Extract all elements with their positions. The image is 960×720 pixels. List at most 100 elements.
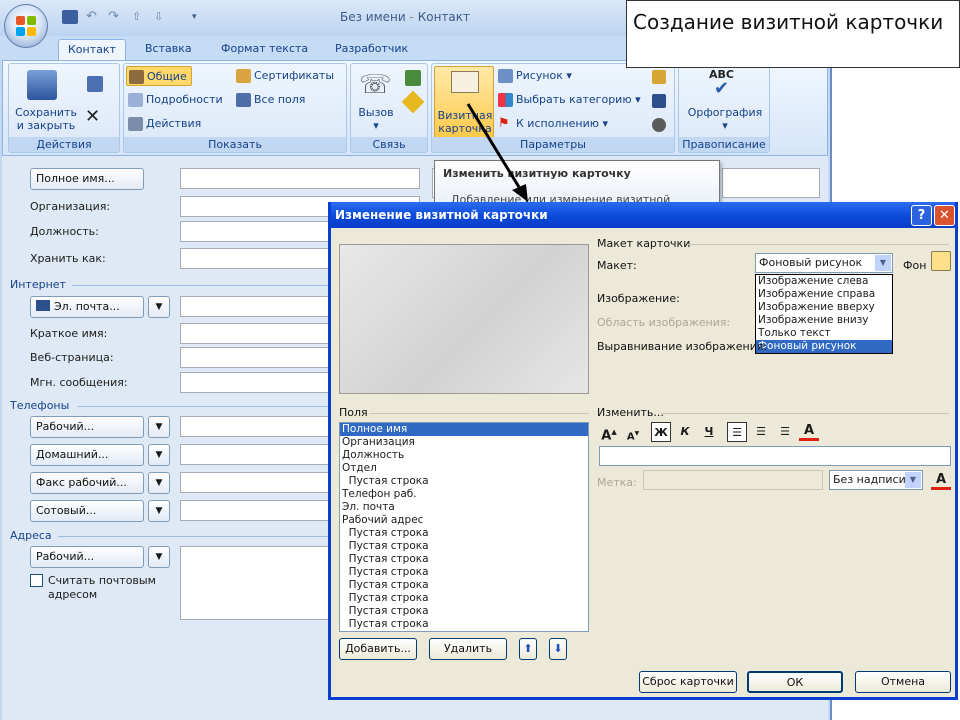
label-position-select[interactable]: Без надписи ▼ [829, 470, 923, 490]
save-close-button[interactable]: Сохранить и закрыть [11, 106, 81, 132]
layout-select[interactable]: Фоновый рисунок ▼ [755, 253, 893, 273]
close-button[interactable]: ✕ [934, 205, 955, 226]
list-item[interactable]: Пустая строка [340, 527, 588, 540]
list-item[interactable]: Эл. почта [340, 501, 588, 514]
font-shrink-icon[interactable]: A▼ [623, 424, 643, 444]
address-dropdown[interactable]: ▼ [148, 546, 170, 568]
list-item[interactable]: Полное имя [340, 423, 588, 436]
call-button[interactable]: Вызов ▾ [353, 106, 399, 132]
add-field-button[interactable]: Добавить... [339, 638, 417, 660]
phone-business-button[interactable]: Рабочий... [30, 416, 144, 438]
list-item[interactable]: Пустая строка [340, 605, 588, 618]
office-button[interactable] [4, 4, 48, 48]
address-business-button[interactable]: Рабочий... [30, 546, 144, 568]
label-text-input [643, 470, 823, 490]
list-item[interactable]: Изображение слева [756, 275, 892, 288]
align-left-icon[interactable]: ☰ [727, 422, 747, 442]
list-item[interactable]: Фоновый рисунок [756, 340, 892, 353]
sign-icon[interactable] [401, 90, 425, 114]
layout-options-list[interactable]: Изображение слева Изображение справа Изобр… [755, 274, 893, 354]
details-button[interactable]: Подробности [126, 90, 223, 110]
align-right-icon[interactable]: ☰ [775, 422, 795, 442]
section-divider [687, 244, 949, 245]
tab-format-text[interactable]: Формат текста [212, 39, 317, 60]
down-arrow-icon[interactable]: ⇩ [154, 10, 170, 24]
full-name-field[interactable] [180, 168, 420, 189]
picture-button[interactable]: Рисунок ▾ [496, 66, 572, 86]
person-icon[interactable] [652, 118, 666, 132]
full-name-button[interactable]: Полное имя... [30, 168, 144, 190]
phone-home-button[interactable]: Домашний... [30, 444, 144, 466]
list-item[interactable]: Пустая строка [340, 540, 588, 553]
list-item[interactable]: Только текст [756, 327, 892, 340]
italic-button[interactable]: К [675, 422, 695, 442]
fill-bucket-icon[interactable] [931, 251, 951, 271]
list-item[interactable]: Пустая строка [340, 579, 588, 592]
font-color-icon[interactable]: A [799, 421, 819, 441]
phone-mobile-button[interactable]: Сотовый... [30, 500, 144, 522]
ok-button[interactable]: ОК [747, 671, 843, 693]
qat-customize-icon[interactable]: ▾ [192, 10, 208, 24]
delete-icon[interactable]: ✕ [85, 106, 100, 127]
label-color-icon[interactable]: A [931, 470, 951, 490]
up-arrow-icon[interactable]: ⇧ [132, 10, 148, 24]
business-card-button[interactable]: Визитная карточка [434, 66, 494, 138]
undo-icon[interactable]: ↶ [86, 10, 102, 24]
background-label: Фон [903, 259, 927, 272]
help-button[interactable]: ? [911, 205, 932, 226]
reset-card-button[interactable]: Сброс карточки [639, 671, 737, 693]
list-item[interactable]: Отдел [340, 462, 588, 475]
general-button[interactable]: Общие [126, 66, 192, 86]
im-address-label: Мгн. сообщения: [30, 376, 128, 389]
spelling-button[interactable]: Орфография ▾ [679, 106, 771, 132]
cancel-button[interactable]: Отмена [855, 671, 951, 693]
list-item[interactable]: Пустая строка [340, 566, 588, 579]
move-up-icon[interactable]: ⬆ [519, 638, 537, 660]
map-icon[interactable] [405, 70, 421, 86]
save-options-icon[interactable] [87, 76, 103, 92]
list-item[interactable]: Изображение вверху [756, 301, 892, 314]
certificates-button[interactable]: Сертификаты [234, 66, 334, 86]
save-icon[interactable] [62, 10, 78, 24]
bold-button[interactable]: Ж [651, 422, 671, 442]
email-dropdown[interactable]: ▼ [148, 296, 170, 318]
list-item[interactable]: Рабочий адрес [340, 514, 588, 527]
tab-developer[interactable]: Разработчик [326, 39, 417, 60]
tab-contact[interactable]: Контакт [58, 39, 126, 62]
phone-fax-button[interactable]: Факс рабочий... [30, 472, 144, 494]
tab-insert[interactable]: Вставка [136, 39, 201, 60]
phone-home-dropdown[interactable]: ▼ [148, 444, 170, 466]
list-item[interactable]: Пустая строка [340, 475, 588, 488]
list-item[interactable]: Пустая строка [340, 618, 588, 631]
edit-business-card-dialog: Изменение визитной карточки ? ✕ Макет ка… [328, 202, 958, 700]
list-item[interactable]: Организация [340, 436, 588, 449]
field-text-input[interactable] [599, 446, 951, 466]
list-item[interactable]: Должность [340, 449, 588, 462]
slide-title: Создание визитной карточки [626, 0, 960, 68]
all-fields-button[interactable]: Все поля [234, 90, 305, 110]
follow-up-button[interactable]: ⚑ К исполнению ▾ [496, 114, 608, 134]
chevron-down-icon[interactable]: ▼ [875, 255, 891, 271]
redo-icon[interactable]: ↷ [108, 10, 124, 24]
list-item[interactable]: Изображение внизу [756, 314, 892, 327]
list-item[interactable]: Изображение справа [756, 288, 892, 301]
email-button[interactable]: Эл. почта... [30, 296, 144, 318]
phone-business-dropdown[interactable]: ▼ [148, 416, 170, 438]
fields-list[interactable]: Полное имя Организация Должность Отдел Пуст… [339, 422, 589, 632]
underline-button[interactable]: Ч [699, 422, 719, 442]
lock-icon[interactable] [652, 70, 666, 84]
list-item[interactable]: Пустая строка [340, 553, 588, 566]
phone-fax-dropdown[interactable]: ▼ [148, 472, 170, 494]
chevron-down-icon[interactable]: ▼ [905, 472, 921, 488]
list-item[interactable]: Пустая строка [340, 592, 588, 605]
align-center-icon[interactable]: ☰ [751, 422, 771, 442]
book-icon[interactable] [652, 94, 666, 108]
phone-mobile-dropdown[interactable]: ▼ [148, 500, 170, 522]
list-item[interactable]: Телефон раб. [340, 488, 588, 501]
remove-field-button[interactable]: Удалить [429, 638, 507, 660]
activities-button[interactable]: Действия [126, 114, 201, 134]
move-down-icon[interactable]: ⬇ [549, 638, 567, 660]
categorize-button[interactable]: Выбрать категорию ▾ [496, 90, 641, 110]
font-grow-icon[interactable]: A▲ [599, 422, 619, 443]
mailing-address-checkbox[interactable] [30, 574, 43, 587]
